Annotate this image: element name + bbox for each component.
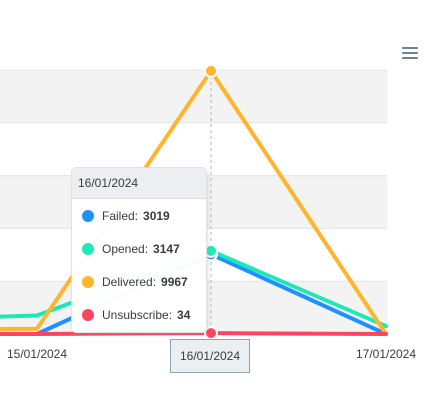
x-tick-label: 17/01/2024 [356,347,416,361]
tooltip-value: 34 [177,307,191,322]
tooltip-row-failed: Failed: 3019 [72,199,206,232]
x-tick-label: 15/01/2024 [7,347,67,361]
tooltip-row-delivered: Delivered: 9967 [72,265,206,298]
series-marker-icon [82,275,94,288]
tooltip-row-opened: Opened: 3147 [72,232,206,265]
series-marker-icon [82,242,94,255]
xaxis-tooltip: 16/01/2024 [170,339,250,373]
series-line-unsubscribe [0,331,388,336]
series-marker-icon [82,308,94,321]
tooltip-value: 9967 [161,274,188,289]
tooltip-label: Unsubscribe: [102,307,173,322]
chart-menu-icon[interactable] [402,47,418,61]
tooltip-label: Opened: [102,241,149,256]
tooltip-title: 16/01/2024 [72,168,206,199]
series-marker-icon [82,209,94,222]
chart-tooltip: 16/01/2024 Failed: 3019 Opened: 3147 Del… [71,167,207,333]
tooltip-row-unsubscribe: Unsubscribe: 34 [72,298,206,331]
point-marker-delivered[interactable] [204,63,218,78]
tooltip-value: 3147 [153,241,180,256]
tooltip-label: Failed: [102,208,139,223]
tooltip-label: Delivered: [102,274,157,289]
tooltip-value: 3019 [143,208,170,223]
